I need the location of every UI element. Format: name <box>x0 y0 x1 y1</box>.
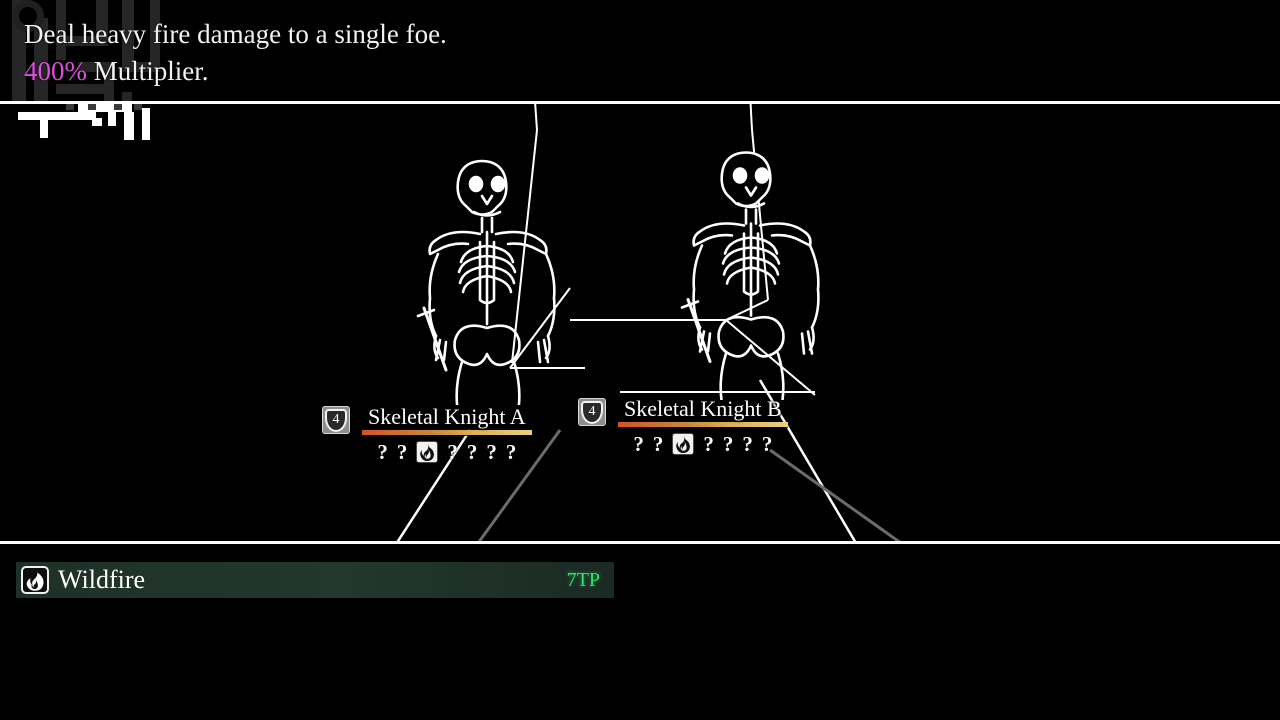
status-slot-unknown-6: ? <box>506 442 517 463</box>
enemy-status-skeletal-knight-a[interactable]: 4 Skeletal Knight A ? ? ? ? ? ? <box>322 404 532 463</box>
status-slot-unknown-6: ? <box>762 434 773 455</box>
skill-item-wildfire[interactable]: Wildfire 7TP <box>16 562 614 598</box>
status-slot-unknown-3: ? <box>703 434 714 455</box>
status-slot-unknown-5: ? <box>486 442 497 463</box>
status-slot-unknown-3: ? <box>447 442 458 463</box>
flame-icon <box>672 433 694 455</box>
status-slot-unknown-4: ? <box>467 442 478 463</box>
enemy-name: Skeletal Knight B <box>618 396 788 422</box>
skill-list-panel: Wildfire 7TP <box>0 541 1280 720</box>
status-slot-unknown-2: ? <box>653 434 664 455</box>
flame-icon <box>416 441 438 463</box>
description-line-1: Deal heavy fire damage to a single foe. <box>24 16 1260 53</box>
enemy-sprite-skeletal-knight-a[interactable] <box>396 150 586 405</box>
enemy-hp-bar <box>618 422 788 427</box>
shield-value: 4 <box>589 405 596 419</box>
multiplier-suffix: Multiplier. <box>87 56 209 86</box>
shield-icon: 4 <box>322 406 350 434</box>
status-slot-unknown-1: ? <box>633 434 644 455</box>
description-line-2: 400% Multiplier. <box>24 53 1260 90</box>
skill-cost: 7TP <box>567 569 600 591</box>
flame-icon <box>21 566 49 594</box>
status-slot-unknown-5: ? <box>742 434 753 455</box>
battle-screen: Deal heavy fire damage to a single foe. … <box>0 0 1280 720</box>
skill-description-panel: Deal heavy fire damage to a single foe. … <box>0 0 1280 104</box>
enemy-status-slots: ? ? ? ? ? ? <box>618 433 788 455</box>
enemy-status-slots: ? ? ? ? ? ? <box>362 441 532 463</box>
shield-value: 4 <box>333 413 340 427</box>
multiplier-value: 400% <box>24 56 87 86</box>
enemy-hp-bar <box>362 430 532 435</box>
status-slot-unknown-4: ? <box>723 434 734 455</box>
skill-name: Wildfire <box>58 565 145 595</box>
status-slot-unknown-1: ? <box>377 442 388 463</box>
status-slot-unknown-2: ? <box>397 442 408 463</box>
circuit-decoration-tail <box>18 104 188 140</box>
enemy-name: Skeletal Knight A <box>362 404 532 430</box>
shield-icon: 4 <box>578 398 606 426</box>
enemy-status-skeletal-knight-b[interactable]: 4 Skeletal Knight B ? ? ? ? ? ? <box>578 396 788 455</box>
enemy-sprite-skeletal-knight-b[interactable] <box>660 138 850 400</box>
